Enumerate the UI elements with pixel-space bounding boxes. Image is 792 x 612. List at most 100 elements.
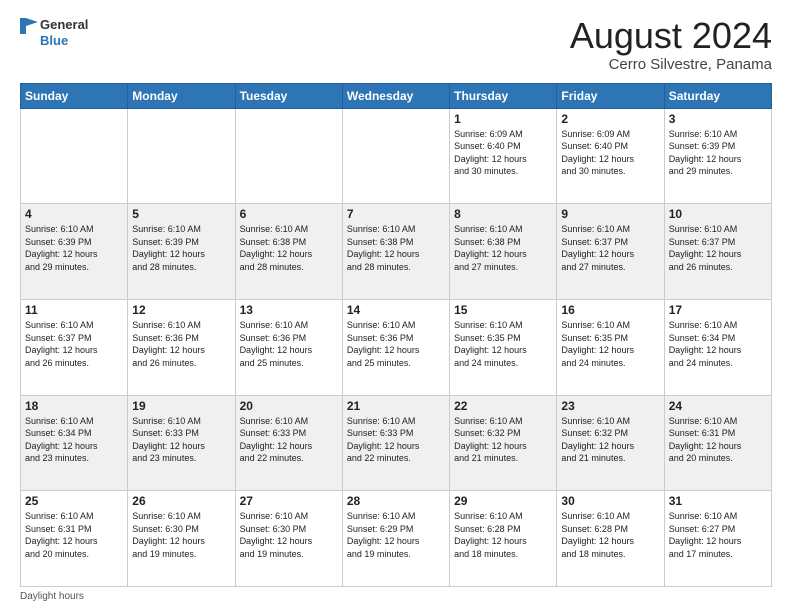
calendar-cell <box>128 108 235 204</box>
col-header-wednesday: Wednesday <box>342 83 449 108</box>
day-number: 8 <box>454 207 552 221</box>
day-number: 29 <box>454 494 552 508</box>
title-block: August 2024 Cerro Silvestre, Panama <box>570 16 772 73</box>
calendar-cell: 14 Sunrise: 6:10 AM Sunset: 6:36 PM Dayli… <box>342 299 449 395</box>
day-info: Sunrise: 6:09 AM Sunset: 6:40 PM Dayligh… <box>454 128 552 178</box>
day-number: 31 <box>669 494 767 508</box>
day-number: 2 <box>561 112 659 126</box>
logo-blue: Blue <box>20 34 88 48</box>
week-row-4: 25Sunrise: 6:10 AM Sunset: 6:31 PM Dayli… <box>21 491 772 587</box>
day-info: Sunrise: 6:10 AM Sunset: 6:33 PM Dayligh… <box>240 415 338 465</box>
main-title: August 2024 <box>570 16 772 56</box>
day-number: 10 <box>669 207 767 221</box>
calendar-cell: 16 Sunrise: 6:10 AM Sunset: 6:35 PM Dayli… <box>557 299 664 395</box>
day-number: 13 <box>240 303 338 317</box>
calendar-table: SundayMondayTuesdayWednesdayThursdayFrid… <box>20 83 772 587</box>
day-info: Sunrise: 6:10 AM Sunset: 6:29 PM Dayligh… <box>347 510 445 560</box>
day-number: 19 <box>132 399 230 413</box>
calendar-cell <box>21 108 128 204</box>
day-number: 4 <box>25 207 123 221</box>
day-number: 3 <box>669 112 767 126</box>
col-header-friday: Friday <box>557 83 664 108</box>
col-header-thursday: Thursday <box>450 83 557 108</box>
day-number: 24 <box>669 399 767 413</box>
day-number: 15 <box>454 303 552 317</box>
calendar-cell <box>235 108 342 204</box>
day-info: Sunrise: 6:10 AM Sunset: 6:34 PM Dayligh… <box>25 415 123 465</box>
calendar-cell: 29 Sunrise: 6:10 AM Sunset: 6:28 PM Dayli… <box>450 491 557 587</box>
day-info: Sunrise: 6:10 AM Sunset: 6:38 PM Dayligh… <box>240 223 338 273</box>
calendar-cell: 13 Sunrise: 6:10 AM Sunset: 6:36 PM Dayli… <box>235 299 342 395</box>
logo-general: General <box>40 18 88 32</box>
logo-container: General Blue <box>20 16 88 48</box>
day-number: 26 <box>132 494 230 508</box>
day-number: 1 <box>454 112 552 126</box>
day-number: 28 <box>347 494 445 508</box>
calendar-cell: 19 Sunrise: 6:10 AM Sunset: 6:33 PM Dayli… <box>128 395 235 491</box>
calendar-cell: 17Sunrise: 6:10 AM Sunset: 6:34 PM Dayli… <box>664 299 771 395</box>
day-info: Sunrise: 6:10 AM Sunset: 6:28 PM Dayligh… <box>561 510 659 560</box>
day-number: 23 <box>561 399 659 413</box>
day-info: Sunrise: 6:10 AM Sunset: 6:28 PM Dayligh… <box>454 510 552 560</box>
day-info: Sunrise: 6:10 AM Sunset: 6:32 PM Dayligh… <box>454 415 552 465</box>
day-info: Sunrise: 6:10 AM Sunset: 6:39 PM Dayligh… <box>669 128 767 178</box>
calendar-cell: 18Sunrise: 6:10 AM Sunset: 6:34 PM Dayli… <box>21 395 128 491</box>
calendar-cell: 4Sunrise: 6:10 AM Sunset: 6:39 PM Daylig… <box>21 204 128 300</box>
day-info: Sunrise: 6:10 AM Sunset: 6:31 PM Dayligh… <box>669 415 767 465</box>
day-info: Sunrise: 6:10 AM Sunset: 6:31 PM Dayligh… <box>25 510 123 560</box>
logo: General Blue <box>20 16 88 48</box>
calendar-cell: 7Sunrise: 6:10 AM Sunset: 6:38 PM Daylig… <box>342 204 449 300</box>
day-number: 16 <box>561 303 659 317</box>
col-header-monday: Monday <box>128 83 235 108</box>
week-row-1: 4 Sunrise: 6:10 AM Sunset: 6:39 PM Daylig… <box>21 204 772 300</box>
calendar-cell <box>342 108 449 204</box>
calendar-cell: 12 Sunrise: 6:10 AM Sunset: 6:36 PM Dayli… <box>128 299 235 395</box>
day-number: 22 <box>454 399 552 413</box>
day-number: 11 <box>25 303 123 317</box>
day-number: 14 <box>347 303 445 317</box>
day-number: 12 <box>132 303 230 317</box>
logo-graphic <box>20 16 38 34</box>
calendar-cell: 8Sunrise: 6:10 AM Sunset: 6:38 PM Daylig… <box>450 204 557 300</box>
day-info: Sunrise: 6:10 AM Sunset: 6:27 PM Dayligh… <box>669 510 767 560</box>
day-info: Sunrise: 6:10 AM Sunset: 6:32 PM Dayligh… <box>561 415 659 465</box>
calendar-cell: 31 Sunrise: 6:10 AM Sunset: 6:27 PM Dayli… <box>664 491 771 587</box>
calendar-cell: 26 Sunrise: 6:10 AM Sunset: 6:30 PM Dayli… <box>128 491 235 587</box>
day-info: Sunrise: 6:10 AM Sunset: 6:33 PM Dayligh… <box>347 415 445 465</box>
day-info: Sunrise: 6:10 AM Sunset: 6:35 PM Dayligh… <box>561 319 659 369</box>
day-info: Sunrise: 6:10 AM Sunset: 6:30 PM Dayligh… <box>240 510 338 560</box>
calendar-cell: 5Sunrise: 6:10 AM Sunset: 6:39 PM Daylig… <box>128 204 235 300</box>
day-number: 9 <box>561 207 659 221</box>
day-info: Sunrise: 6:10 AM Sunset: 6:33 PM Dayligh… <box>132 415 230 465</box>
day-number: 17 <box>669 303 767 317</box>
footer-note: Daylight hours <box>20 591 772 602</box>
calendar-cell: 3 Sunrise: 6:10 AM Sunset: 6:39 PM Daylig… <box>664 108 771 204</box>
calendar-cell: 27 Sunrise: 6:10 AM Sunset: 6:30 PM Dayli… <box>235 491 342 587</box>
day-info: Sunrise: 6:10 AM Sunset: 6:39 PM Dayligh… <box>132 223 230 273</box>
calendar-cell: 10 Sunrise: 6:10 AM Sunset: 6:37 PM Dayli… <box>664 204 771 300</box>
calendar-cell: 15 Sunrise: 6:10 AM Sunset: 6:35 PM Dayli… <box>450 299 557 395</box>
day-info: Sunrise: 6:10 AM Sunset: 6:30 PM Dayligh… <box>132 510 230 560</box>
day-info: Sunrise: 6:10 AM Sunset: 6:36 PM Dayligh… <box>132 319 230 369</box>
calendar-cell: 22 Sunrise: 6:10 AM Sunset: 6:32 PM Dayli… <box>450 395 557 491</box>
header-row: SundayMondayTuesdayWednesdayThursdayFrid… <box>21 83 772 108</box>
day-info: Sunrise: 6:10 AM Sunset: 6:37 PM Dayligh… <box>561 223 659 273</box>
calendar-cell: 2Sunrise: 6:09 AM Sunset: 6:40 PM Daylig… <box>557 108 664 204</box>
day-number: 27 <box>240 494 338 508</box>
day-info: Sunrise: 6:10 AM Sunset: 6:36 PM Dayligh… <box>240 319 338 369</box>
subtitle: Cerro Silvestre, Panama <box>570 56 772 73</box>
day-info: Sunrise: 6:10 AM Sunset: 6:37 PM Dayligh… <box>669 223 767 273</box>
calendar-cell: 28 Sunrise: 6:10 AM Sunset: 6:29 PM Dayli… <box>342 491 449 587</box>
col-header-sunday: Sunday <box>21 83 128 108</box>
day-number: 20 <box>240 399 338 413</box>
calendar-cell: 24 Sunrise: 6:10 AM Sunset: 6:31 PM Dayli… <box>664 395 771 491</box>
col-header-saturday: Saturday <box>664 83 771 108</box>
week-row-3: 18Sunrise: 6:10 AM Sunset: 6:34 PM Dayli… <box>21 395 772 491</box>
col-header-tuesday: Tuesday <box>235 83 342 108</box>
week-row-2: 11Sunrise: 6:10 AM Sunset: 6:37 PM Dayli… <box>21 299 772 395</box>
calendar-cell: 11Sunrise: 6:10 AM Sunset: 6:37 PM Dayli… <box>21 299 128 395</box>
day-info: Sunrise: 6:10 AM Sunset: 6:36 PM Dayligh… <box>347 319 445 369</box>
day-info: Sunrise: 6:10 AM Sunset: 6:35 PM Dayligh… <box>454 319 552 369</box>
calendar-cell: 30Sunrise: 6:10 AM Sunset: 6:28 PM Dayli… <box>557 491 664 587</box>
day-number: 6 <box>240 207 338 221</box>
